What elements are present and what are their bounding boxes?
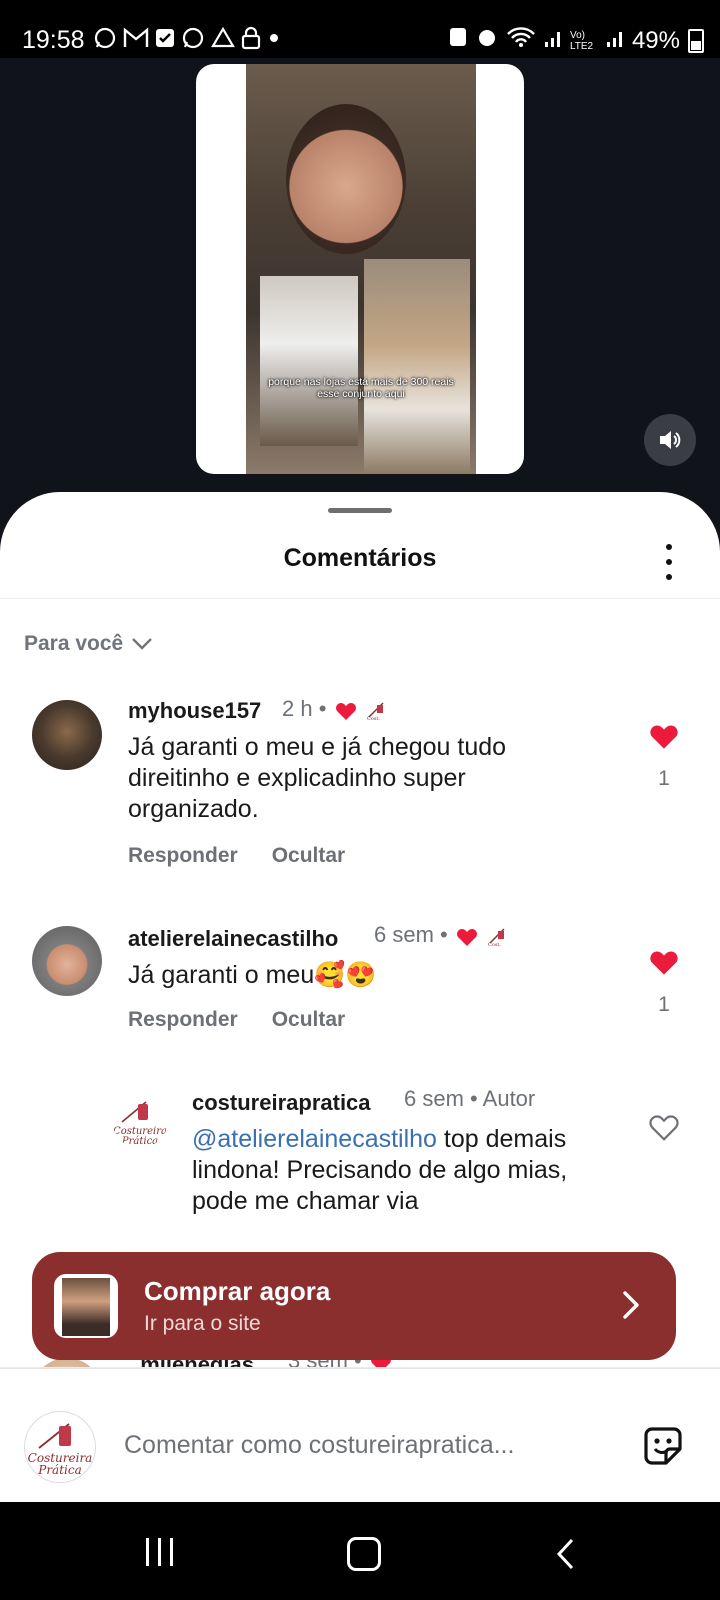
like-button[interactable]: 1 (644, 946, 684, 1017)
video-player[interactable]: porque nas lojas está mais de 300 reais … (196, 64, 524, 474)
comment-actions: Responder Ocultar (128, 1008, 345, 1032)
comment-text: @atelierelainecastilho top demais lindon… (192, 1124, 612, 1217)
like-button[interactable]: 1 (644, 720, 684, 791)
check-box-icon (155, 28, 175, 53)
buy-now-banner[interactable]: Comprar agora Ir para o site (32, 1252, 676, 1360)
creator-liked-heart-icon (335, 703, 356, 721)
reply-comment-item: Costureira Prática costureirapratica 6 s… (0, 1082, 720, 1252)
avatar[interactable] (32, 700, 102, 770)
network-label: Vo) LTE2 (569, 29, 594, 52)
product-thumbnail (54, 1274, 118, 1338)
header-divider (0, 598, 720, 599)
video-subtitle: porque nas lojas está mais de 300 reais … (268, 376, 454, 400)
sheet-title: Comentários (283, 544, 437, 572)
heart-filled-icon (650, 725, 678, 749)
product-photo (260, 276, 358, 446)
recycle-icon (448, 26, 468, 55)
comment-text: Já garanti o meu e já chegou tudo direit… (128, 733, 507, 823)
recent-apps-button[interactable] (146, 1538, 173, 1566)
comment-time: 6 sem (404, 1086, 464, 1111)
comment-text: Já garanti o meu🥰😍 (128, 961, 377, 989)
volume-button[interactable] (644, 414, 696, 466)
comment-item: atelierelainecastilho 6 sem • Cost. Já g… (0, 918, 720, 1058)
video-area: porque nas lojas está mais de 300 reais … (0, 58, 720, 498)
comment-username[interactable]: atelierelainecastilho (128, 926, 338, 952)
mention-link[interactable]: @atelierelainecastilho (192, 1125, 437, 1153)
comment-input[interactable]: Comentar como costureirapratica... (124, 1431, 514, 1460)
costureira-logo-icon: Costureira Prática (28, 1423, 92, 1477)
cta-title: Comprar agora (144, 1276, 331, 1306)
svg-text:Cost.: Cost. (367, 716, 380, 721)
speaker-icon (660, 431, 681, 449)
chevron-right-icon (623, 1291, 639, 1319)
reply-button[interactable]: Responder (128, 844, 238, 868)
gmail-icon (123, 27, 149, 54)
author-badge: Autor (482, 1086, 536, 1111)
cta-subtitle: Ir para o site (144, 1312, 261, 1335)
comment-username[interactable]: myhouse157 (128, 698, 261, 724)
signal-icon (544, 27, 562, 55)
video-frame: porque nas lojas está mais de 300 reais … (246, 64, 476, 474)
system-status: Vo) LTE2 49% (448, 26, 704, 55)
hide-button[interactable]: Ocultar (272, 844, 346, 868)
system-nav-bar (0, 1502, 720, 1600)
svg-text:Prática: Prática (121, 1136, 158, 1147)
whatsapp-icon (181, 26, 205, 55)
back-button[interactable] (556, 1538, 576, 1570)
like-count: 1 (658, 767, 670, 790)
models-photo (364, 259, 470, 474)
sticker-button[interactable] (640, 1423, 686, 1474)
home-button[interactable] (347, 1537, 381, 1571)
presenter-figure (286, 104, 406, 254)
avatar: Costureira Prática (24, 1411, 96, 1483)
heart-filled-icon (650, 951, 678, 975)
comment-time: 6 sem (374, 922, 434, 947)
whatsapp-icon (93, 26, 117, 55)
comment-meta: 6 sem • Autor (404, 1086, 536, 1111)
comment-actions: Responder Ocultar (128, 844, 345, 868)
sticker-icon (644, 1427, 682, 1465)
battery-icon (688, 28, 704, 53)
avatar[interactable] (32, 926, 102, 996)
costureira-logo-icon: Costureira Prática (113, 1101, 167, 1147)
more-options-icon[interactable] (664, 544, 674, 580)
comment-username[interactable]: costureirapratica (192, 1090, 371, 1116)
avatar[interactable]: Costureira Prática (112, 1092, 168, 1148)
creator-liked-heart-icon (456, 929, 477, 947)
hide-button[interactable]: Ocultar (272, 1008, 346, 1032)
drag-handle[interactable] (328, 508, 392, 513)
dot-icon (267, 31, 281, 50)
status-bar: 19:58 Vo) LTE2 49% (0, 0, 720, 58)
comment-meta: 6 sem • Cost. (374, 922, 512, 948)
wifi-icon (506, 26, 536, 55)
heart-outline-icon (649, 1115, 679, 1141)
creator-avatar-icon: Cost. (488, 928, 505, 947)
like-count: 1 (658, 993, 670, 1016)
filter-label: Para você (24, 632, 124, 655)
lock-icon (241, 26, 261, 55)
alarm-icon (476, 26, 498, 55)
status-time: 19:58 (22, 26, 85, 54)
reply-button[interactable]: Responder (128, 1008, 238, 1032)
svg-text:Cost.: Cost. (488, 942, 501, 947)
notification-icons (93, 26, 281, 55)
comment-item: myhouse157 2 h • Cost. Já garanti o meu … (0, 692, 720, 892)
battery-percent: 49% (631, 26, 680, 54)
svg-text:Prática: Prática (37, 1463, 82, 1477)
comment-meta: 2 h • Cost. (282, 696, 391, 722)
comment-time: 2 h (282, 696, 313, 721)
signal-icon (606, 27, 624, 55)
sort-filter-dropdown[interactable]: Para você (24, 632, 153, 656)
comment-input-bar: Costureira Prática Comentar como costure… (0, 1368, 720, 1503)
creator-avatar-icon: Cost. (367, 702, 384, 721)
chevron-down-icon (132, 638, 153, 650)
drive-icon (211, 26, 235, 54)
like-button[interactable] (644, 1112, 684, 1147)
